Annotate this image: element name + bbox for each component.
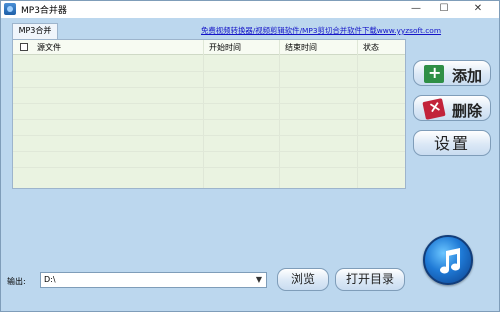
maximize-button[interactable]: ☐ [433,1,455,18]
file-list-header: 源文件 开始时间 结束时间 状态 [13,40,405,55]
row-divider [13,135,405,136]
column-header-end-time[interactable]: 结束时间 [285,42,317,54]
title-bar: MP3合并器 — ☐ ✕ [1,1,499,18]
add-icon [424,63,444,83]
delete-button-label: 删除 [452,102,483,120]
minimize-button[interactable]: — [405,1,427,18]
column-divider [279,40,280,188]
tab-mp3-merge[interactable]: MP3合并 [12,23,58,39]
column-header-source[interactable]: 源文件 [37,42,61,54]
promo-link[interactable]: 免费视频转换器/视频剪辑软件/MP3剪切合并软件下载www.yyzsoft.co… [201,25,495,37]
output-label: 输出: [7,277,26,286]
delete-button[interactable]: 删除 [413,95,491,121]
close-button[interactable]: ✕ [467,1,489,18]
window-title: MP3合并器 [21,6,67,16]
music-note-icon[interactable] [423,235,473,285]
app-icon [4,3,16,15]
row-divider [13,151,405,152]
open-directory-button[interactable]: 打开目录 [335,268,405,291]
column-divider [203,40,204,188]
row-divider [13,71,405,72]
row-divider [13,103,405,104]
output-path-select[interactable]: D:\ ▼ [40,272,267,288]
chevron-down-icon[interactable]: ▼ [252,273,266,287]
add-button[interactable]: 添加 [413,60,491,86]
row-divider [13,167,405,168]
browse-button[interactable]: 浏览 [277,268,329,291]
delete-icon [422,98,446,120]
add-button-label: 添加 [452,67,483,85]
column-header-start-time[interactable]: 开始时间 [209,42,241,54]
row-divider [13,119,405,120]
column-header-status[interactable]: 状态 [363,42,379,54]
row-divider [13,87,405,88]
file-list[interactable]: 源文件 开始时间 结束时间 状态 [12,39,406,189]
settings-button[interactable]: 设置 [413,130,491,156]
output-path-value: D:\ [44,275,56,284]
select-all-checkbox[interactable] [20,43,28,51]
column-divider [357,40,358,188]
main-window: MP3合并器 — ☐ ✕ MP3合并 免费视频转换器/视频剪辑软件/MP3剪切合… [0,0,500,312]
